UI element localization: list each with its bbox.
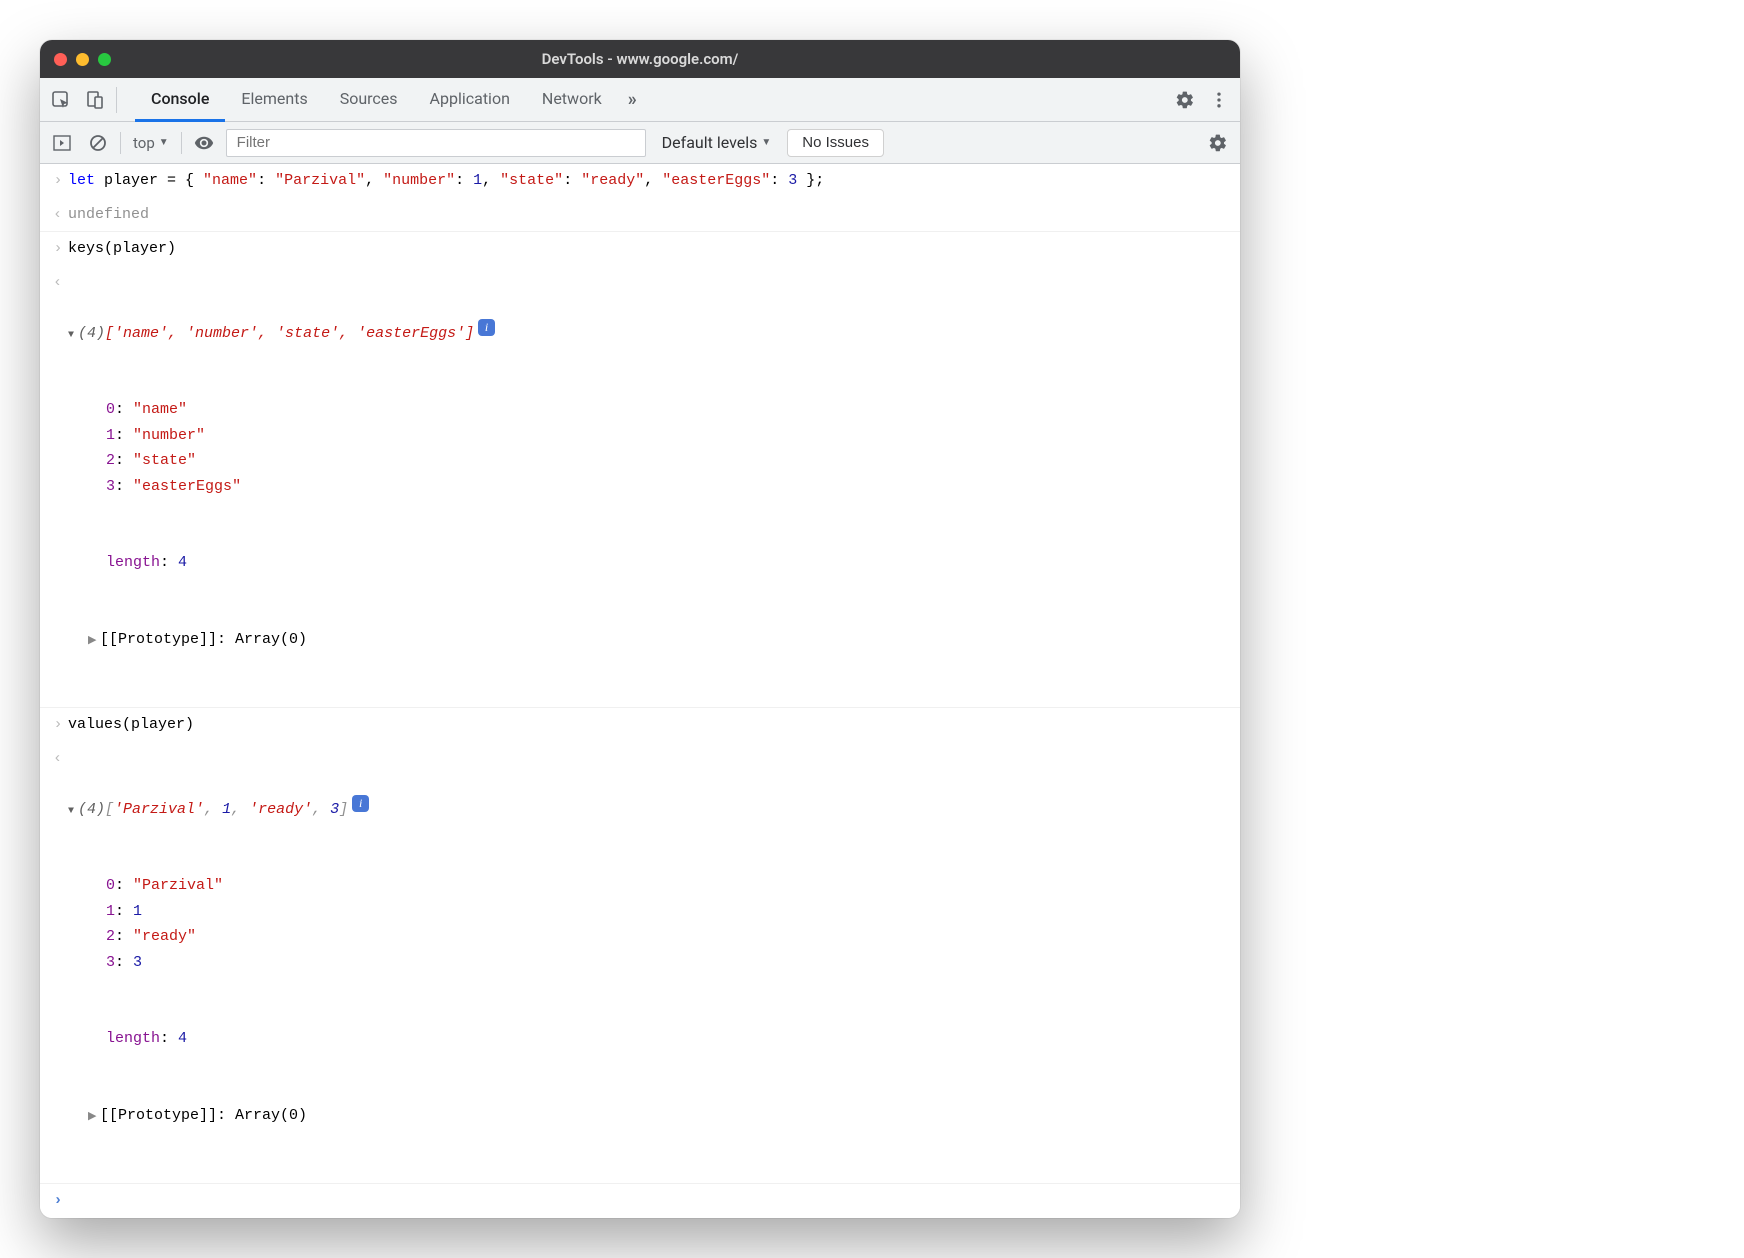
array-prototype[interactable]: ▶[[Prototype]]: Array(0) [68, 627, 1228, 653]
input-chevron-icon: › [48, 236, 68, 262]
array-result: (4) ['Parzival', 1, 'ready', 3] i 0: "Pa… [68, 746, 1228, 1180]
tab-console[interactable]: Console [135, 78, 225, 122]
caret-down-icon[interactable] [68, 797, 78, 823]
context-label: top [133, 134, 155, 152]
array-item: 1: "number" [68, 423, 1228, 449]
kebab-menu-icon[interactable] [1202, 83, 1236, 117]
divider [116, 87, 117, 113]
levels-label: Default levels [662, 133, 758, 152]
array-length: length: 4 [68, 550, 1228, 576]
caret-right-icon[interactable]: ▶ [88, 1108, 100, 1127]
array-item: 3: "easterEggs" [68, 474, 1228, 500]
divider [181, 132, 182, 154]
array-summary[interactable]: (4) ['name', 'number', 'state', 'easterE… [68, 321, 1228, 347]
context-selector[interactable]: top ▼ [129, 134, 173, 152]
live-expression-icon[interactable] [190, 129, 218, 157]
titlebar: DevTools - www.google.com/ [40, 40, 1240, 78]
divider [120, 132, 121, 154]
array-prototype[interactable]: ▶[[Prototype]]: Array(0) [68, 1103, 1228, 1129]
undefined-result: undefined [68, 202, 1228, 228]
tab-network[interactable]: Network [526, 78, 618, 122]
console-result-row[interactable]: › (4) ['name', 'number', 'state', 'easte… [40, 266, 1240, 709]
more-tabs-icon[interactable]: » [618, 89, 647, 110]
info-icon[interactable]: i [352, 795, 369, 812]
issues-button[interactable]: No Issues [787, 129, 884, 157]
return-chevron-icon: › [48, 202, 68, 228]
tab-elements[interactable]: Elements [225, 78, 323, 122]
array-item: 0: "name" [68, 397, 1228, 423]
tab-application[interactable]: Application [414, 78, 526, 122]
window-title: DevTools - www.google.com/ [40, 50, 1240, 68]
prompt-chevron-icon: › [48, 1188, 68, 1214]
array-item: 2: "state" [68, 448, 1228, 474]
console-code: keys(player) [68, 236, 1228, 262]
tab-sources[interactable]: Sources [324, 78, 414, 122]
console-code: values(player) [68, 712, 1228, 738]
console-input-row: › let player = { "name": "Parzival", "nu… [40, 164, 1240, 198]
maximize-window-button[interactable] [98, 53, 111, 66]
array-item: 0: "Parzival" [68, 873, 1228, 899]
main-tabbar: Console Elements Sources Application Net… [40, 78, 1240, 122]
console-prompt[interactable]: › [40, 1184, 1240, 1218]
caret-right-icon[interactable]: ▶ [88, 632, 100, 651]
console-toolbar: top ▼ Default levels ▼ No Issues [40, 122, 1240, 164]
console-code: let player = { "name": "Parzival", "numb… [68, 168, 1228, 194]
sidebar-toggle-icon[interactable] [48, 129, 76, 157]
panel-tabs: Console Elements Sources Application Net… [135, 78, 647, 122]
traffic-lights [54, 53, 111, 66]
console-result-row[interactable]: › (4) ['Parzival', 1, 'ready', 3] i 0: "… [40, 742, 1240, 1185]
console-body: › let player = { "name": "Parzival", "nu… [40, 164, 1240, 1218]
console-result-row: › undefined [40, 198, 1240, 233]
return-chevron-icon: › [48, 270, 68, 704]
filter-input[interactable] [226, 129, 646, 157]
device-toolbar-icon[interactable] [78, 83, 112, 117]
array-result: (4) ['name', 'number', 'state', 'easterE… [68, 270, 1228, 704]
array-item: 1: 1 [68, 899, 1228, 925]
return-chevron-icon: › [48, 746, 68, 1180]
array-item: 2: "ready" [68, 924, 1228, 950]
console-input-row: › keys(player) [40, 232, 1240, 266]
chevron-down-icon: ▼ [761, 137, 771, 148]
close-window-button[interactable] [54, 53, 67, 66]
console-input[interactable] [68, 1188, 1228, 1214]
input-chevron-icon: › [48, 168, 68, 194]
chevron-down-icon: ▼ [159, 137, 169, 148]
clear-console-icon[interactable] [84, 129, 112, 157]
settings-icon[interactable] [1168, 83, 1202, 117]
array-item: 3: 3 [68, 950, 1228, 976]
info-icon[interactable]: i [478, 319, 495, 336]
console-settings-icon[interactable] [1204, 129, 1232, 157]
array-summary[interactable]: (4) ['Parzival', 1, 'ready', 3] i [68, 797, 1228, 823]
caret-down-icon[interactable] [68, 321, 78, 347]
input-chevron-icon: › [48, 712, 68, 738]
inspect-element-icon[interactable] [44, 83, 78, 117]
devtools-window: DevTools - www.google.com/ Console Eleme… [40, 40, 1240, 1218]
console-input-row: › values(player) [40, 708, 1240, 742]
array-length: length: 4 [68, 1026, 1228, 1052]
log-levels-selector[interactable]: Default levels ▼ [654, 133, 780, 152]
minimize-window-button[interactable] [76, 53, 89, 66]
